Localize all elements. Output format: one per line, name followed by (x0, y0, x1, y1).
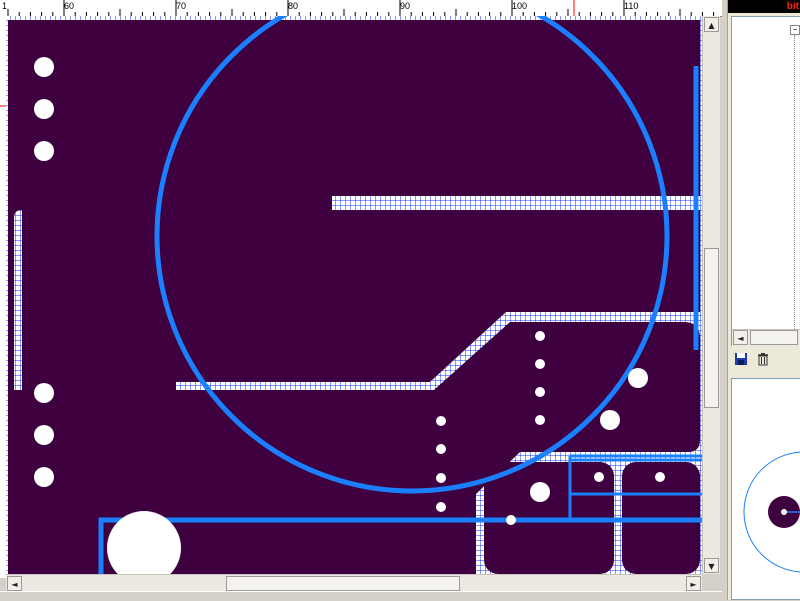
via[interactable] (436, 502, 446, 512)
pad-hole[interactable] (34, 99, 54, 119)
ruler-label-110: 110 (624, 1, 638, 11)
via[interactable] (535, 415, 545, 425)
ruler-label-70: 70 (176, 1, 186, 11)
via[interactable] (535, 331, 545, 341)
copper-fill-top-block (8, 20, 700, 196)
preview-drawing (743, 451, 800, 573)
tree-scroll-left-button[interactable]: ◄ (733, 330, 748, 345)
horizontal-scroll-thumb[interactable] (226, 576, 460, 591)
layer-tree[interactable]: − ◄ (731, 16, 800, 346)
preview-pad-hole (781, 509, 787, 515)
tree-collapse-icon[interactable]: − (790, 25, 800, 35)
tree-connector (794, 35, 795, 335)
pcb-drawing[interactable] (6, 16, 702, 574)
ruler-ticks: 1 60 70 80 90 100 110 (2, 0, 715, 16)
pad-hole[interactable] (34, 383, 54, 403)
scroll-right-button[interactable]: ► (686, 576, 701, 591)
save-icon[interactable] (733, 352, 749, 368)
via[interactable] (535, 359, 545, 369)
tree-scroll-thumb[interactable] (750, 330, 798, 345)
scroll-up-button[interactable]: ▲ (704, 17, 719, 32)
via[interactable] (506, 515, 516, 525)
pad-hole[interactable] (34, 141, 54, 161)
via[interactable] (594, 472, 604, 482)
footprint-preview (731, 378, 800, 600)
via[interactable] (535, 387, 545, 397)
tree-horizontal-scrollbar[interactable]: ◄ (732, 329, 800, 346)
via[interactable] (436, 473, 446, 483)
vertical-scroll-thumb[interactable] (704, 248, 719, 408)
pad-hole[interactable] (628, 368, 648, 388)
pad-hole[interactable] (34, 467, 54, 487)
ruler-left-label: 1 (2, 1, 7, 11)
trash-icon[interactable] (755, 352, 771, 368)
pcb-canvas[interactable] (6, 16, 702, 574)
right-panel: bit − ◄ (727, 0, 800, 600)
ruler-label-60: 60 (64, 1, 74, 11)
vertical-scrollbar[interactable]: ▲ ▼ (702, 16, 720, 574)
scroll-left-button[interactable]: ◄ (7, 576, 22, 591)
via[interactable] (436, 416, 446, 426)
via[interactable] (436, 444, 446, 454)
panel-toolbar (731, 350, 800, 372)
pad-hole[interactable] (34, 57, 54, 77)
ruler-label-90: 90 (400, 1, 410, 11)
ruler-label-100: 100 (512, 1, 527, 11)
pad-hole[interactable] (600, 410, 620, 430)
pad-hole[interactable] (530, 482, 550, 502)
top-ruler: 1 60 70 80 90 100 110 (0, 0, 722, 17)
brand-banner: bit (728, 0, 800, 13)
pad-hole[interactable] (34, 425, 54, 445)
horizontal-scrollbar[interactable]: ◄ ► (6, 574, 702, 592)
scroll-down-button[interactable]: ▼ (704, 558, 719, 573)
ruler-label-80: 80 (288, 1, 298, 11)
via[interactable] (655, 472, 665, 482)
